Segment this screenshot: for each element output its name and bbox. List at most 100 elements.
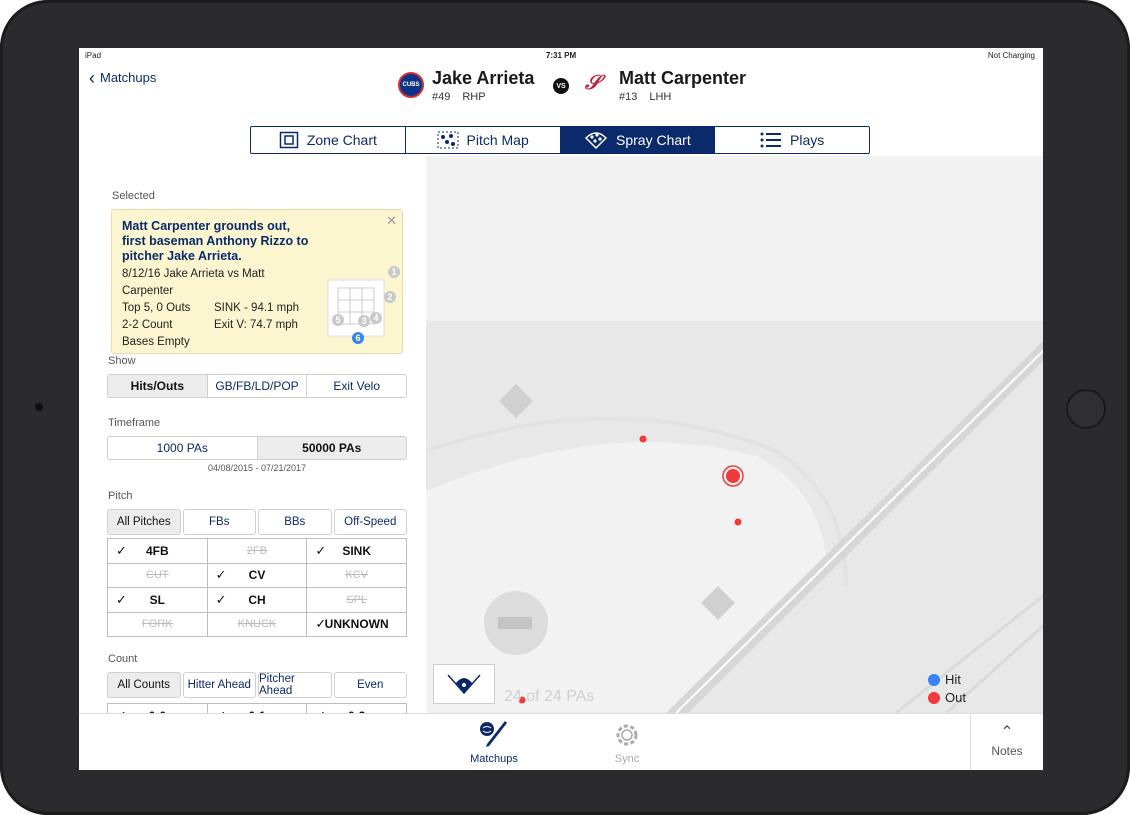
checkmark-icon: ✓ [215, 591, 227, 607]
view-tabs: Zone Chart Pitch Map Spray Chart Plays [250, 126, 870, 154]
back-button[interactable]: ‹ Matchups [89, 67, 156, 88]
pitch-type-label: CV [248, 568, 266, 583]
legend-hit: Hit [928, 672, 961, 687]
count-filter-control: All Counts Hitter Ahead Pitcher Ahead Ev… [107, 672, 407, 698]
timeframe-range: 04/08/2015 - 07/21/2017 [207, 463, 307, 473]
vs-badge: VS [553, 78, 569, 94]
out-dot-icon [928, 691, 940, 704]
pitch-map-icon [437, 131, 458, 149]
count-cell-0-0[interactable]: ✓0-0 [108, 704, 207, 713]
pitcher-name: Jake Arrieta [432, 68, 535, 88]
cardinals-logo-icon: 𝒮 [585, 70, 601, 94]
batter-name: Matt Carpenter [619, 68, 747, 88]
tab-pitch-map[interactable]: Pitch Map [406, 127, 561, 153]
baseball-field [426, 156, 1043, 713]
tab-sync-label: Sync [614, 753, 640, 765]
pitch-filter-fbs[interactable]: FBs [182, 509, 256, 535]
chevron-up-icon: ⌃ [1000, 724, 1014, 741]
pa-summary: 24 of 24 PAs [504, 688, 595, 705]
batter-hand: LHH [649, 91, 672, 103]
list-icon [760, 132, 781, 148]
home-button[interactable] [1066, 389, 1106, 429]
pitch-filter-offspeed[interactable]: Off-Speed [333, 509, 407, 535]
close-icon[interactable]: ✕ [386, 213, 397, 229]
app-screen: iPad 7:31 PM Not Charging ‹ Matchups CUB… [79, 48, 1043, 770]
legend-out-label: Out [945, 690, 966, 705]
pitch-filter-bbs[interactable]: BBs [258, 509, 332, 535]
tab-pitch-map-label: Pitch Map [466, 132, 529, 148]
pitch-type-unknown[interactable]: ✓ UNKNOWN [307, 612, 406, 636]
pitch-type-kcv[interactable]: KCV [307, 563, 406, 587]
play-pitch: SINK - 94.1 mph [214, 302, 300, 314]
count-filter-hitter-ahead[interactable]: Hitter Ahead [182, 672, 256, 698]
count-cell-0-1[interactable]: ✓0-1 [207, 704, 307, 713]
tab-matchups[interactable]: Matchups [454, 720, 534, 765]
play-exit-velo: Exit V: 74.7 mph [214, 319, 298, 331]
show-option-batted-ball[interactable]: GB/FB/LD/POP [208, 375, 308, 397]
pitch-type-label: 4FB [145, 543, 169, 558]
show-option-exit-velo[interactable]: Exit Velo [307, 375, 406, 397]
pitcher-number: #49 [432, 91, 451, 103]
pitch-type-sl[interactable]: ✓ SL [108, 588, 207, 612]
checkmark-icon: ✓ [315, 616, 327, 632]
spray-point[interactable] [726, 469, 740, 483]
tab-sync[interactable]: Sync [587, 720, 667, 765]
tab-spray-chart[interactable]: Spray Chart [560, 127, 716, 153]
pitch-type-4fb[interactable]: ✓ 4FB [108, 539, 207, 563]
pitch-type-knuck[interactable]: KNUCK [207, 612, 307, 636]
zone-chart-icon [279, 131, 299, 149]
timeframe-option-50000[interactable]: 50000 PAs [257, 437, 406, 459]
pitch-number-4: 4 [373, 313, 378, 323]
play-headline: Matt Carpenter grounds out, first basema… [122, 219, 309, 263]
tab-plays-label: Plays [790, 132, 825, 148]
infield-icon [447, 674, 481, 695]
pitch-filter-all[interactable]: All Pitches [107, 509, 181, 535]
play-game: 8/12/16 Jake Arrieta vs Matt Carpenter [122, 268, 265, 297]
checkmark-icon: ✓ [116, 542, 127, 558]
ipad-frame: iPad 7:31 PM Not Charging ‹ Matchups CUB… [0, 0, 1130, 815]
timeframe-option-1000[interactable]: 1000 PAs [108, 437, 258, 459]
show-option-hits-outs[interactable]: Hits/Outs [108, 375, 208, 397]
tab-plays[interactable]: Plays [715, 127, 869, 153]
pitch-type-ch[interactable]: ✓ CH [207, 588, 307, 612]
pitch-type-spl[interactable]: SPL [307, 588, 406, 612]
spray-point[interactable] [639, 435, 647, 443]
status-time: 7:31 PM [545, 51, 577, 60]
pitch-number-3: 3 [361, 316, 366, 326]
timeframe-label: Timeframe [108, 417, 161, 429]
pitch-type-label: FORK [142, 618, 173, 631]
pitch-type-label: 2FB [246, 544, 268, 557]
field-view-toggle[interactable] [433, 664, 495, 704]
pitch-type-label: CH [248, 592, 266, 607]
notes-button[interactable]: ⌃ Notes [970, 714, 1043, 770]
pitch-type-grid: ✓ 4FB 2FB ✓ SINK CUT ✓ CV KCV ✓ SL ✓ CH SPL FORK KNUCK ✓… [107, 538, 407, 637]
filters-panel: Selected ✕ Matt Carpenter grounds out, f… [107, 188, 409, 713]
notes-label: Notes [991, 744, 1023, 758]
pitch-type-2fb[interactable]: 2FB [207, 539, 307, 563]
chevron-left-icon: ‹ [89, 67, 95, 88]
pitch-type-label: SPL [346, 593, 368, 606]
pitch-type-label: CUT [146, 569, 169, 582]
baseball-bat-icon [480, 721, 507, 747]
pitcher-header: CUBS Jake Arrieta #49 RHP [398, 68, 534, 103]
tab-zone-chart[interactable]: Zone Chart [251, 127, 406, 153]
tab-bar: Matchups Sync ⌃ Notes [79, 713, 1043, 770]
pitch-type-fork[interactable]: FORK [108, 612, 207, 636]
count-filter-all[interactable]: All Counts [107, 672, 181, 698]
batter-header: 𝒮 Matt Carpenter #13 LHH [585, 68, 746, 103]
pitch-type-cv[interactable]: ✓ CV [207, 563, 307, 587]
spray-point[interactable] [734, 518, 742, 526]
count-cell-0-2[interactable]: ✓0-2 [307, 704, 406, 713]
tab-spray-chart-label: Spray Chart [616, 132, 691, 148]
batter-number: #13 [619, 91, 638, 103]
checkmark-icon: ✓ [315, 542, 327, 558]
count-label: Count [108, 653, 138, 665]
pitch-type-label: UNKNOWN [324, 617, 389, 632]
pitch-label: Pitch [108, 490, 133, 502]
legend-out: Out [928, 690, 966, 705]
count-filter-pitcher-ahead[interactable]: Pitcher Ahead [258, 672, 332, 698]
pitch-type-sink[interactable]: ✓ SINK [307, 539, 406, 563]
pitch-type-cut[interactable]: CUT [108, 563, 207, 587]
selected-play-card[interactable]: ✕ Matt Carpenter grounds out, first base… [111, 209, 403, 354]
count-filter-even[interactable]: Even [333, 672, 407, 698]
